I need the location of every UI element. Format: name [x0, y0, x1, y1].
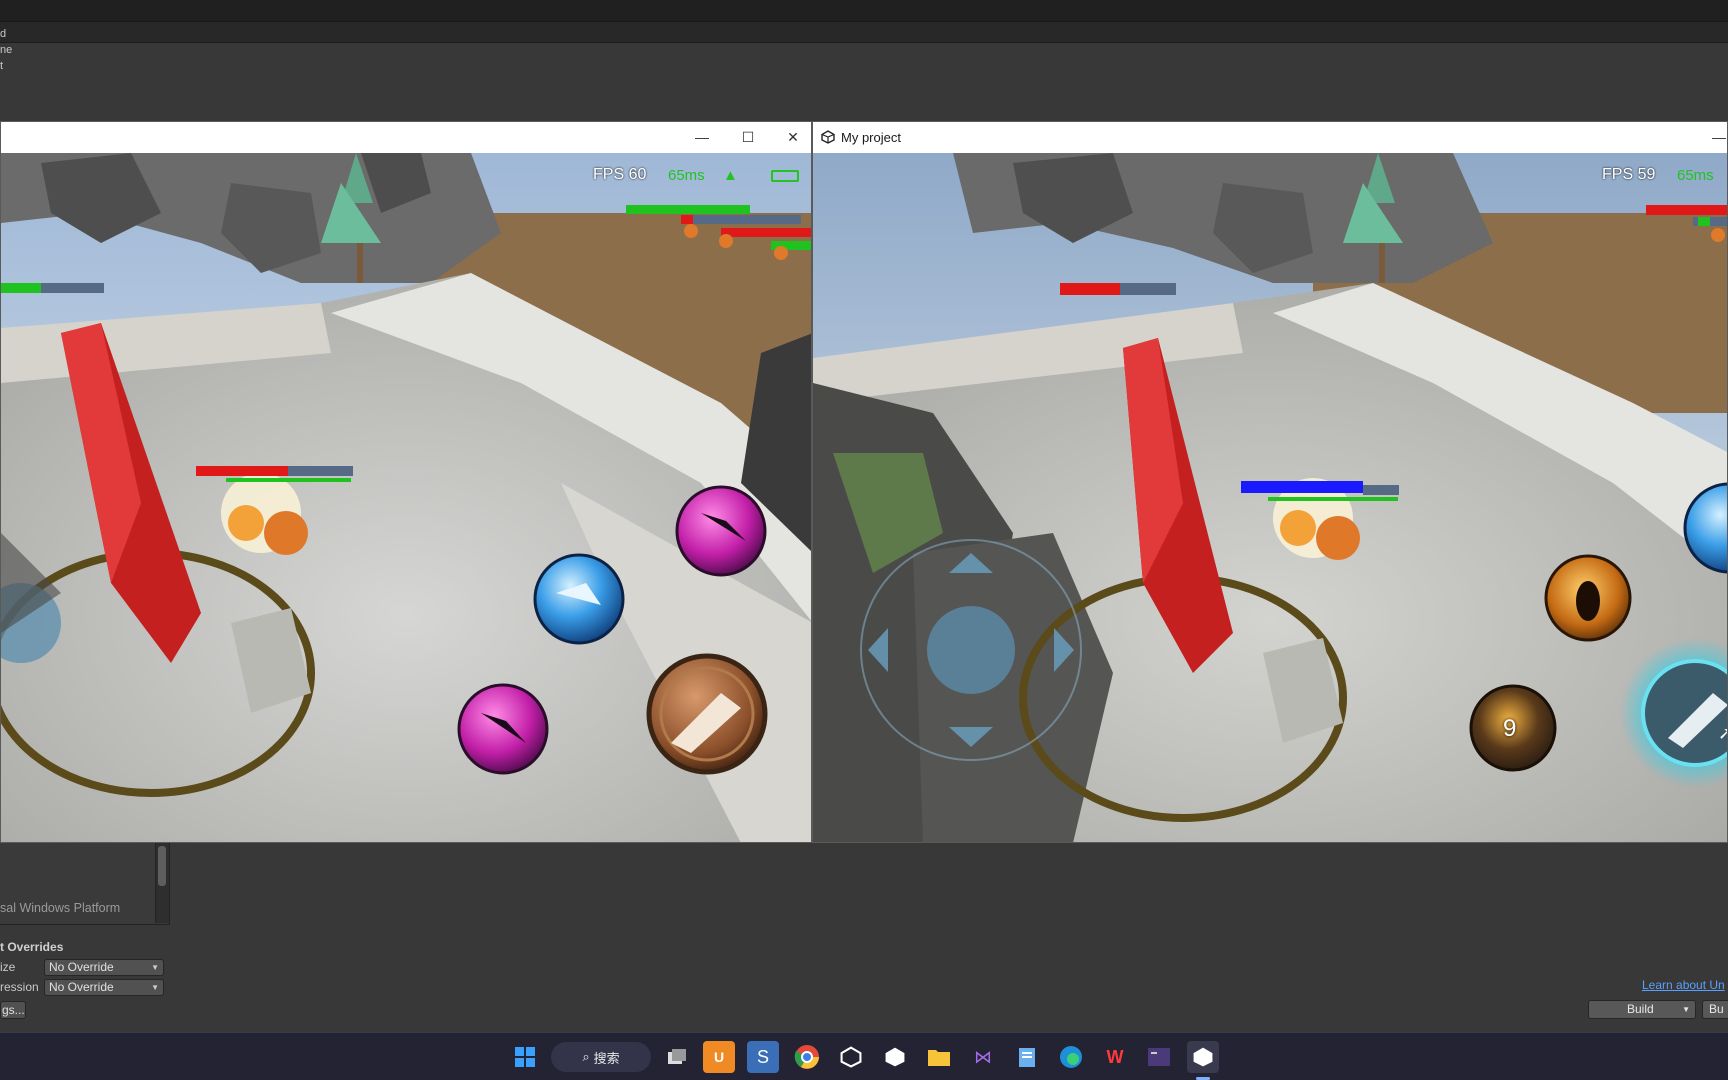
fps-counter: FPS 60 [593, 166, 647, 183]
build-and-run-button[interactable]: Bu [1702, 1000, 1728, 1019]
window-titlebar[interactable]: — ☐ ✕ [1, 122, 811, 153]
dropdown-value: No Override [49, 980, 114, 994]
game-window-right[interactable]: My project — FPS 59 65ms 9 [812, 121, 1728, 843]
minimize-button[interactable]: — [682, 126, 722, 148]
battery-icon [771, 170, 799, 182]
ping-readout: 65ms [1677, 167, 1714, 184]
compression-dropdown[interactable]: No Override ▼ [44, 979, 164, 996]
wifi-icon: ▲ [723, 167, 738, 184]
edge-icon[interactable] [1055, 1041, 1087, 1073]
game-viewport[interactable]: FPS 60 65ms ▲ [1, 153, 811, 843]
game-scene[interactable] [813, 153, 1727, 843]
chrome-icon[interactable] [791, 1041, 823, 1073]
field-label: ize [0, 960, 16, 974]
unity-icon[interactable] [879, 1041, 911, 1073]
search-label: 搜索 [593, 1050, 620, 1066]
visual-studio-icon[interactable]: ⋈ [967, 1041, 999, 1073]
windows-taskbar: ⌕ 搜索 U S ⋈ W [0, 1032, 1728, 1080]
build-settings-panel: sal Windows Platform ▼ t Overrides ize N… [0, 843, 1728, 1032]
dropdown-value: No Override [49, 960, 114, 974]
unity-hub-icon[interactable] [835, 1041, 867, 1073]
mouse-cursor-icon: ➚ [1718, 723, 1727, 744]
minimize-button[interactable]: — [1699, 126, 1727, 148]
editor-label: ne [0, 44, 13, 56]
editor-top-bar [0, 0, 1728, 22]
field-label: ression [0, 980, 39, 994]
fps-counter: FPS 59 [1602, 166, 1656, 183]
window-titlebar[interactable]: My project — [813, 122, 1727, 153]
search-icon: ⌕ [582, 1049, 590, 1064]
game-viewport[interactable]: FPS 59 65ms 9 ➚ [813, 153, 1727, 843]
window-title: My project [841, 130, 901, 145]
maximize-button[interactable]: ☐ [728, 126, 768, 148]
overrides-heading: t Overrides [0, 940, 64, 954]
player-settings-button[interactable]: gs... [0, 1001, 26, 1019]
wps-icon[interactable]: W [1099, 1041, 1131, 1073]
build-label: Build [1627, 1002, 1654, 1016]
windows-start-icon[interactable] [509, 1041, 541, 1073]
chevron-down-icon: ▼ [151, 963, 159, 972]
game-scene[interactable] [1, 153, 811, 843]
sublime-icon[interactable]: S [747, 1041, 779, 1073]
platform-item-uwp[interactable]: sal Windows Platform [0, 901, 120, 915]
scrollbar-thumb[interactable] [158, 846, 166, 886]
terminal-icon[interactable] [1143, 1041, 1175, 1073]
task-view-icon[interactable] [661, 1041, 693, 1073]
unity-icon [821, 130, 835, 144]
unity-editor-active-icon[interactable] [1187, 1041, 1219, 1073]
learn-about-unity-link[interactable]: Learn about Un [1642, 978, 1725, 992]
chevron-down-icon[interactable]: ▼ [1682, 1001, 1690, 1018]
build-button[interactable]: Build ▼ [1588, 1000, 1696, 1019]
platform-list[interactable]: sal Windows Platform ▼ [0, 843, 170, 925]
max-size-dropdown[interactable]: No Override ▼ [44, 959, 164, 976]
ping-readout: 65ms [668, 167, 705, 184]
ui-app-icon[interactable]: U [703, 1041, 735, 1073]
editor-left-labels: d ne t [0, 26, 12, 74]
notepad-icon[interactable] [1011, 1041, 1043, 1073]
chevron-down-icon: ▼ [151, 983, 159, 992]
editor-label: t [0, 60, 4, 72]
skill-cooldown-label: 9 [1503, 715, 1517, 742]
file-explorer-icon[interactable] [923, 1041, 955, 1073]
close-button[interactable]: ✕ [773, 126, 811, 148]
game-window-left[interactable]: — ☐ ✕ FPS 60 65ms ▲ [0, 121, 812, 843]
editor-menu-strip [0, 22, 1728, 43]
editor-label: d [0, 28, 7, 40]
taskbar-search[interactable]: ⌕ 搜索 [551, 1042, 651, 1072]
